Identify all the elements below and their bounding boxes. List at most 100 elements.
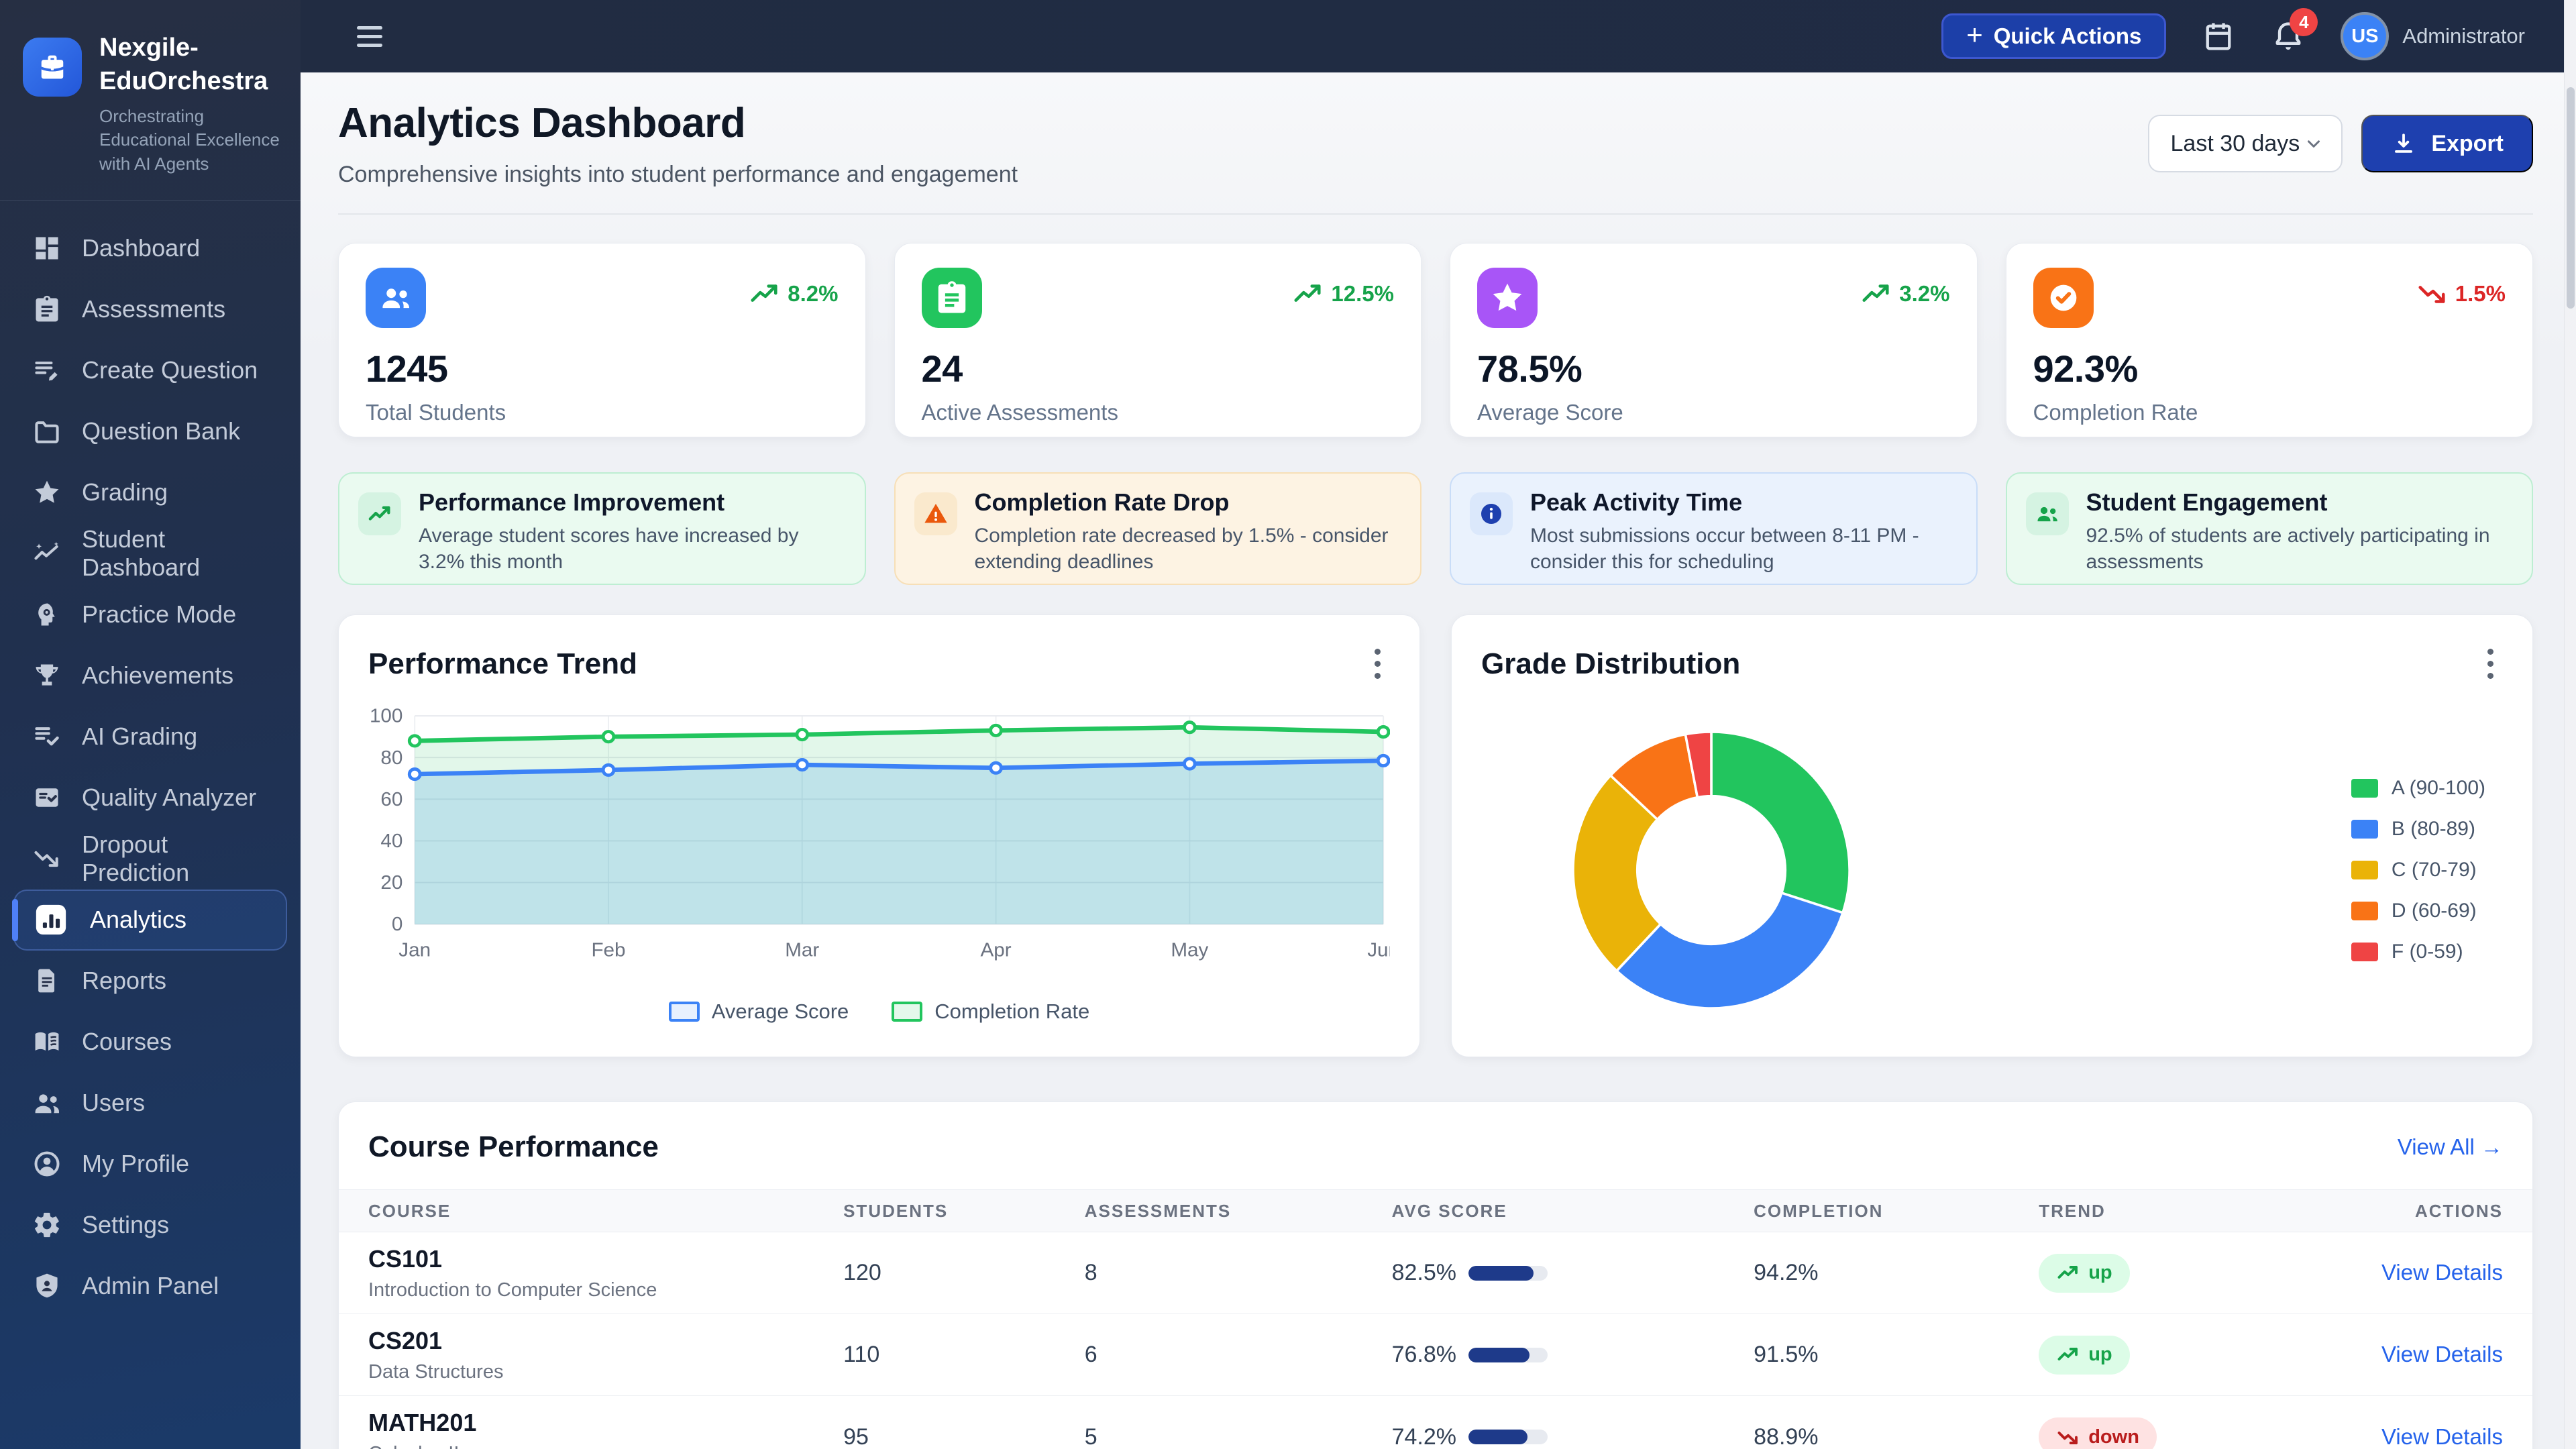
sidebar-item-courses[interactable]: Courses	[13, 1012, 287, 1073]
view-details-link[interactable]: View Details	[2381, 1342, 2503, 1366]
chart-title: Performance Trend	[368, 647, 637, 681]
stat-value: 92.3%	[2033, 347, 2506, 390]
view-details-link[interactable]: View Details	[2381, 1424, 2503, 1449]
sidebar-item-student-dashboard[interactable]: Student Dashboard	[13, 523, 287, 584]
stat-trend-value: 12.5%	[1331, 281, 1394, 307]
view-all-link[interactable]: View All →	[2398, 1134, 2503, 1160]
insight-title: Completion Rate Drop	[975, 488, 1402, 517]
sidebar-item-create-question[interactable]: Create Question	[13, 340, 287, 401]
grade-distribution-donut	[1554, 712, 1869, 1028]
trend-cell: up	[2039, 1254, 2368, 1293]
trend-badge: up	[2039, 1336, 2129, 1375]
table-row: MATH201 Calculus II 95 5 74.2% 88.9% dow…	[339, 1396, 2532, 1449]
warning-icon	[914, 492, 957, 535]
plus-icon: +	[1966, 21, 1983, 49]
stat-card: 8.2% 1245 Total Students	[338, 243, 866, 437]
user-menu[interactable]: US Administrator	[2341, 12, 2525, 60]
shield-icon	[32, 1271, 62, 1301]
sidebar-item-users[interactable]: Users	[13, 1073, 287, 1134]
sidebar-item-assessments[interactable]: Assessments	[13, 279, 287, 340]
date-range-select[interactable]: Last 30 days	[2148, 115, 2343, 172]
quick-actions-button[interactable]: + Quick Actions	[1941, 13, 2166, 59]
insight-text: 92.5% of students are actively participa…	[2086, 523, 2514, 575]
sidebar-item-label: Create Question	[82, 356, 258, 384]
stat-label: Active Assessments	[922, 400, 1395, 425]
sidebar-item-dropout-prediction[interactable]: Dropout Prediction	[13, 828, 287, 890]
stat-trend-value: 1.5%	[2455, 281, 2506, 307]
assessments-cell: 8	[1085, 1260, 1392, 1286]
clipboard-icon	[32, 294, 62, 324]
brand: Nexgile-EduOrchestra Orchestrating Educa…	[0, 0, 301, 200]
scrollbar-track[interactable]	[2564, 0, 2576, 1449]
stat-trend: 12.5%	[1292, 278, 1394, 309]
column-header: ASSESSMENTS	[1085, 1201, 1392, 1222]
course-code: CS201	[368, 1327, 843, 1355]
svg-text:0: 0	[392, 914, 402, 935]
sidebar-item-label: Admin Panel	[82, 1272, 219, 1300]
trend-cell: up	[2039, 1336, 2368, 1375]
folder-icon	[32, 417, 62, 446]
insight-text: Completion rate decreased by 1.5% - cons…	[975, 523, 1402, 575]
user-role: Administrator	[2402, 24, 2525, 48]
completion-cell: 94.2%	[1754, 1260, 2039, 1286]
course-performance-title: Course Performance	[368, 1130, 659, 1164]
sidebar-item-my-profile[interactable]: My Profile	[13, 1134, 287, 1195]
svg-text:80: 80	[380, 747, 402, 768]
hamburger-menu-icon[interactable]	[352, 21, 388, 52]
stat-value: 1245	[366, 347, 839, 390]
sidebar-item-achievements[interactable]: Achievements	[13, 645, 287, 706]
kebab-menu-icon[interactable]	[1365, 642, 1390, 686]
completion-cell: 88.9%	[1754, 1424, 2039, 1449]
table-body: CS101 Introduction to Computer Science 1…	[339, 1232, 2532, 1449]
sidebar-nav: Dashboard Assessments Create Question Qu…	[0, 201, 301, 1334]
sidebar-item-dashboard[interactable]: Dashboard	[13, 218, 287, 279]
svg-text:Feb: Feb	[591, 940, 625, 961]
chart-legend: Average Score Completion Rate	[368, 1000, 1390, 1024]
psychology-icon	[32, 600, 62, 629]
students-cell: 95	[843, 1424, 1085, 1449]
insight-text: Most submissions occur between 8-11 PM -…	[1530, 523, 1957, 575]
sidebar-item-practice-mode[interactable]: Practice Mode	[13, 584, 287, 645]
trending-sparkle-icon	[32, 539, 62, 568]
sidebar-item-reports[interactable]: Reports	[13, 951, 287, 1012]
column-header: TREND	[2039, 1201, 2368, 1222]
calendar-icon[interactable]	[2201, 19, 2236, 54]
view-details-link[interactable]: View Details	[2381, 1260, 2503, 1285]
date-range-value: Last 30 days	[2171, 131, 2300, 157]
main-content: Analytics Dashboard Comprehensive insigh…	[301, 72, 2564, 1449]
stat-trend: 1.5%	[2416, 278, 2506, 309]
insight-card-peak-activity: Peak Activity Time Most submissions occu…	[1450, 472, 1978, 585]
star-icon	[1477, 268, 1538, 328]
trending-down-icon	[32, 844, 62, 873]
sidebar-item-analytics[interactable]: Analytics	[13, 890, 287, 951]
course-name: Calculus II	[368, 1443, 843, 1449]
clipboard-icon	[922, 268, 982, 328]
sidebar-item-grading[interactable]: Grading	[13, 462, 287, 523]
table-header-row: COURSE STUDENTS ASSESSMENTS AVG SCORE CO…	[339, 1189, 2532, 1232]
course-performance-card: Course Performance View All → COURSE STU…	[338, 1102, 2533, 1449]
sidebar-item-label: Courses	[82, 1028, 172, 1056]
dashboard-icon	[32, 233, 62, 263]
sidebar-item-admin-panel[interactable]: Admin Panel	[13, 1256, 287, 1317]
stat-label: Total Students	[366, 400, 839, 425]
header-divider	[338, 213, 2533, 215]
insights-row: Performance Improvement Average student …	[338, 472, 2533, 585]
info-icon	[1470, 492, 1513, 535]
sidebar-item-quality-analyzer[interactable]: Quality Analyzer	[13, 767, 287, 828]
export-button[interactable]: Export	[2361, 115, 2533, 172]
scrollbar-thumb[interactable]	[2567, 87, 2575, 309]
insight-title: Performance Improvement	[419, 488, 846, 517]
notifications-bell[interactable]: 4	[2271, 19, 2306, 54]
sidebar-item-settings[interactable]: Settings	[13, 1195, 287, 1256]
sidebar-item-question-bank[interactable]: Question Bank	[13, 401, 287, 462]
legend-item: D (60-69)	[2351, 900, 2485, 922]
bar-chart-icon	[32, 901, 70, 938]
svg-text:Apr: Apr	[980, 940, 1011, 961]
page-title: Analytics Dashboard	[338, 99, 1018, 147]
kebab-menu-icon[interactable]	[2478, 642, 2503, 686]
charts-row: Performance Trend JanFebMarAprMayJun0204…	[338, 614, 2533, 1057]
quick-actions-label: Quick Actions	[1994, 23, 2142, 49]
sidebar-item-label: Practice Mode	[82, 600, 236, 629]
table-row: CS101 Introduction to Computer Science 1…	[339, 1232, 2532, 1314]
sidebar-item-ai-grading[interactable]: AI Grading	[13, 706, 287, 767]
